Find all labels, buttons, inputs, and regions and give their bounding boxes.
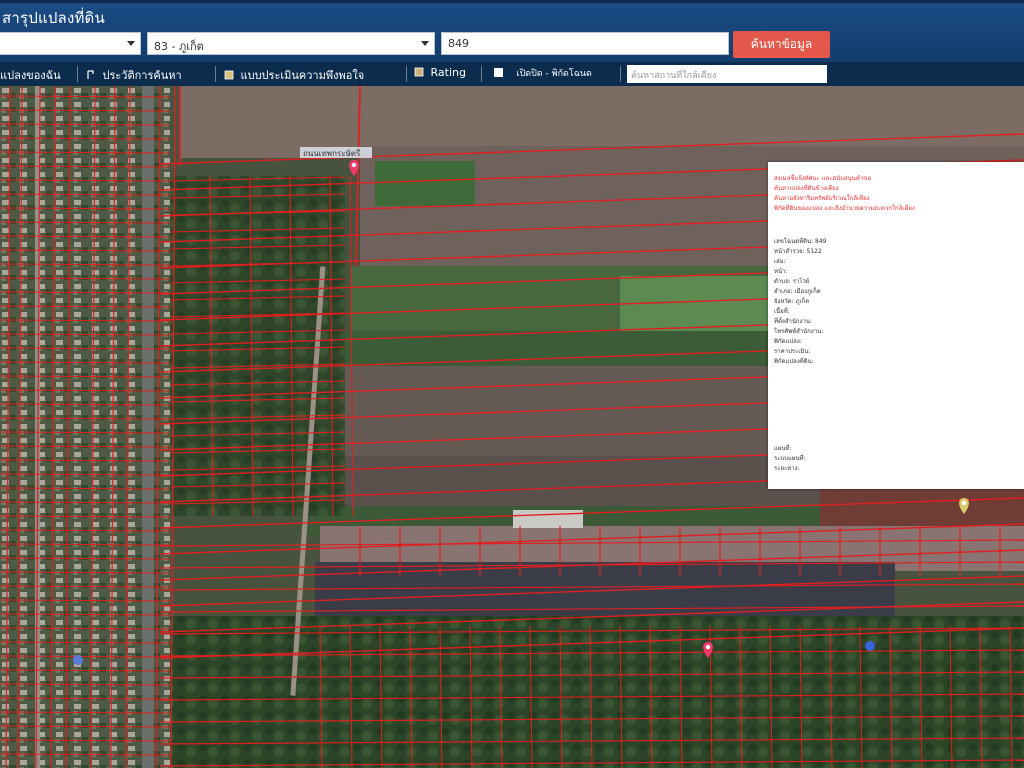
app-header: สารุปแปลงที่ดิน 83 - ภูเก็ต 849 ค้นหาข้อ…: [0, 0, 1024, 62]
header-top-line: [0, 0, 1024, 3]
popup-field-row: โทรศัพท์สำนักงาน:: [774, 327, 1024, 337]
green-pond: [375, 161, 475, 206]
popup-field-row: หน้าสำรวจ: 5122: [774, 247, 1024, 257]
footer-label: ระบบแผนที่:: [774, 455, 806, 462]
popup-footer-section: แผนที่: ระบบแผนที่: ระยะห่าง:: [774, 444, 1024, 474]
parcel-info-popup: ส่งเมลชี้แจ้งทัศนะ และสนับสนุนคำขอ ค้นหา…: [768, 162, 1024, 489]
popup-field-row: ราคาประเมิน:: [774, 347, 1024, 357]
history-icon: [86, 70, 96, 80]
popup-footer-row: ระยะห่าง:: [774, 464, 1024, 474]
toolbar-divider: [481, 66, 482, 82]
district-select-value: 83 - ภูเก็ต: [154, 40, 204, 53]
field-label: พิกัดแปลงที่ดิน:: [774, 358, 814, 365]
toolbar-rating[interactable]: Rating: [414, 66, 466, 79]
popup-field-row: เนื้อที่:: [774, 307, 1024, 317]
popup-field-row: หน้า:: [774, 267, 1024, 277]
field-label: โทรศัพท์สำนักงาน:: [774, 328, 824, 335]
popup-field-row: ตำบล: ราไวย์: [774, 277, 1024, 287]
form-icon: [224, 70, 234, 80]
popup-field-row: พิกัดแปลง:: [774, 337, 1024, 347]
popup-field-row: เลขโฉนดที่ดิน: 849: [774, 237, 1024, 247]
toolbar-history[interactable]: ประวัติการค้นหา: [86, 66, 182, 84]
map-marker-pin[interactable]: [865, 641, 875, 651]
field-label: พิกัดแปลง:: [774, 338, 802, 345]
field-label: อำเภอ:: [774, 288, 793, 295]
district-select[interactable]: 83 - ภูเก็ต: [147, 32, 435, 55]
toolbar-my-parcels-label: แปลงของฉัน: [0, 69, 61, 82]
toolbar-coordinate-toggle[interactable]: เปิดปิด - พิกัดโฉนด: [494, 66, 592, 80]
popup-field-row: เล่ม:: [774, 257, 1024, 267]
popup-footer-row: ระบบแผนที่:: [774, 454, 1024, 464]
map-marker-pin[interactable]: [73, 655, 83, 665]
coordinate-toggle-checkbox[interactable]: [494, 68, 503, 77]
chevron-down-icon: [421, 41, 429, 46]
field-label: หน้าสำรวจ:: [774, 248, 805, 255]
toolbar-divider: [406, 66, 407, 82]
toolbar-divider: [215, 66, 216, 82]
toolbar-divider: [620, 66, 621, 82]
field-value: เมืองภูเก็ต: [794, 288, 821, 295]
toolbar-satisfaction-form[interactable]: แบบประเมินความพึงพอใจ: [224, 66, 364, 84]
popup-header-line[interactable]: พิกัดที่ดินของแปลง และสิ่งอำนวยความสะดวก…: [774, 204, 1024, 214]
popup-header-line[interactable]: ค้นหาอสังหาริมทรัพย์บริเวณใกล้เคียง: [774, 194, 1024, 204]
province-select[interactable]: [0, 32, 141, 55]
field-value: ราไวย์: [792, 278, 810, 285]
toolbar-coordinate-label: เปิดปิด - พิกัดโฉนด: [516, 69, 592, 79]
white-building: [513, 510, 583, 528]
app-title: สารุปแปลงที่ดิน: [2, 9, 105, 27]
chevron-down-icon: [127, 41, 135, 46]
field-label: ราคาประเมิน:: [774, 348, 811, 355]
footer-label: แผนที่:: [774, 445, 792, 452]
right-red-cluster: [820, 486, 1024, 526]
main-road: [142, 86, 154, 768]
popup-field-row: พิกัดแปลงที่ดิน:: [774, 357, 1024, 367]
popup-field-row: อำเภอ: เมืองภูเก็ต: [774, 287, 1024, 297]
toolbar: แปลงของฉัน ประวัติการค้นหา แบบประเมินควา…: [0, 62, 1024, 86]
parcel-number-input[interactable]: 849: [441, 32, 729, 55]
road-label: ถนนเทพกระษัตรี: [303, 149, 361, 158]
field-value: 849: [815, 238, 827, 245]
popup-header-line[interactable]: ส่งเมลชี้แจ้งทัศนะ และสนับสนุนคำขอ: [774, 174, 1024, 184]
search-button[interactable]: ค้นหาข้อมูล: [733, 31, 830, 58]
toolbar-my-parcels[interactable]: แปลงของฉัน: [0, 66, 61, 84]
toolbar-history-label: ประวัติการค้นหา: [102, 69, 182, 82]
toolbar-rating-label: Rating: [430, 66, 466, 79]
popup-header-section: ส่งเมลชี้แจ้งทัศนะ และสนับสนุนคำขอ ค้นหา…: [774, 174, 1024, 214]
field-label: ตำบล:: [774, 278, 791, 285]
field-label: จังหวัด:: [774, 298, 794, 305]
toolbar-satisfaction-label: แบบประเมินความพึงพอใจ: [240, 69, 365, 82]
star-icon: [414, 67, 424, 77]
parcel-number-value: 849: [448, 37, 469, 50]
field-label: เลขโฉนดที่ดิน:: [774, 238, 814, 245]
field-label: หน้า:: [774, 268, 788, 275]
popup-field-row: จังหวัด: ภูเก็ต: [774, 297, 1024, 307]
field-value: ภูเก็ต: [795, 298, 810, 305]
toolbar-divider: [77, 66, 78, 82]
popup-header-line[interactable]: ค้นหาแปลงที่ดินข้างเคียง: [774, 184, 1024, 194]
nearby-search-input[interactable]: ค้นหาสถานที่ใกล้เคียง: [627, 65, 827, 83]
footer-label: ระยะห่าง:: [774, 465, 800, 472]
popup-footer-row: แผนที่:: [774, 444, 1024, 454]
field-label: เนื้อที่:: [774, 308, 790, 315]
popup-field-row: ที่ตั้งสำนักงาน:: [774, 317, 1024, 327]
field-label: ที่ตั้งสำนักงาน:: [774, 318, 812, 325]
popup-fields-section: เลขโฉนดที่ดิน: 849 หน้าสำรวจ: 5122 เล่ม:…: [774, 237, 1024, 367]
nearby-search-placeholder: ค้นหาสถานที่ใกล้เคียง: [631, 71, 717, 81]
field-value: 5122: [806, 248, 822, 255]
field-label: เล่ม:: [774, 258, 786, 265]
